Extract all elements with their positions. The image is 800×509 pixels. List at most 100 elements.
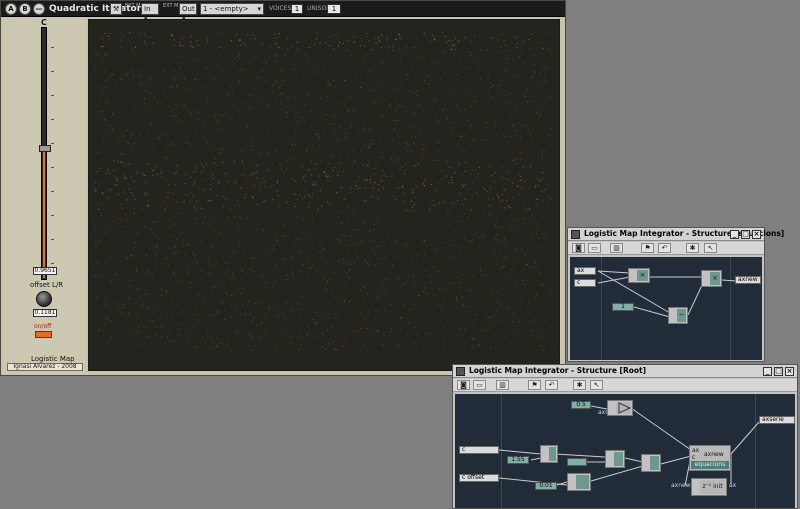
const-0-5[interactable]: 0.5 [571, 401, 591, 409]
port-axserie[interactable]: axserie [759, 416, 795, 424]
noise-dot [96, 296, 98, 298]
port-axnew-out[interactable]: axnew [735, 276, 761, 284]
c-slider-handle[interactable] [39, 145, 51, 153]
module-icon[interactable]: ▥ [496, 380, 509, 390]
offset-value[interactable]: 0.1181 [33, 309, 57, 317]
port-ax-in[interactable]: ax [574, 267, 596, 275]
noise-dot [177, 175, 179, 177]
wrench-icon[interactable]: ⚒ [110, 3, 122, 15]
add-node-3[interactable] [567, 473, 591, 491]
bug-icon[interactable]: ✱ [686, 243, 699, 253]
module-icon[interactable]: ▥ [610, 243, 623, 253]
subtract-node[interactable]: − [668, 307, 688, 324]
noise-dot [227, 93, 229, 95]
undo-icon[interactable]: ↶ [658, 243, 671, 253]
camera-icon[interactable]: ◙ [572, 243, 585, 253]
const-1[interactable]: 1 [612, 303, 634, 311]
noise-dot [463, 226, 465, 228]
noise-dot [181, 312, 183, 314]
noise-dot [316, 321, 318, 323]
noise-dot [291, 144, 293, 145]
midi-in-select[interactable]: In ▾ [141, 3, 159, 23]
const-0-01[interactable]: 0.01 [535, 482, 557, 490]
noise-dot [101, 46, 103, 48]
noise-dot [302, 271, 304, 273]
add-node-1[interactable] [540, 445, 558, 463]
const-1-55[interactable]: 1.55 [507, 456, 529, 464]
a-button[interactable]: A [5, 3, 17, 15]
noise-dot [341, 234, 343, 236]
noise-dot [145, 181, 146, 183]
noise-dot [369, 234, 371, 236]
noise-dot [508, 81, 510, 83]
const-block[interactable] [567, 458, 587, 466]
equacions-canvas[interactable]: ax c × 1 − × axnew [570, 257, 762, 360]
noise-dot [154, 60, 156, 62]
noise-dot [105, 103, 107, 105]
noise-dot [531, 238, 533, 240]
multiply-node-2[interactable]: × [701, 270, 722, 287]
noise-dot [388, 285, 390, 287]
add-node-2[interactable] [605, 450, 625, 468]
noise-dot [176, 280, 178, 282]
noise-dot [376, 310, 378, 312]
camera-icon[interactable]: ◙ [457, 380, 470, 390]
noise-dot [417, 135, 418, 137]
noise-dot [295, 112, 297, 114]
close-icon[interactable]: × [752, 230, 761, 239]
noise-dot [325, 260, 327, 262]
port-c-offset[interactable]: c offset [459, 474, 499, 482]
root-titlebar[interactable]: Logistic Map Integrator - Structure [Roo… [453, 365, 797, 378]
z1-delay-node[interactable]: z⁻¹ init [691, 478, 727, 496]
port-c[interactable]: c [459, 446, 499, 454]
b-button[interactable]: B [19, 3, 31, 15]
minimize-button[interactable]: — [33, 3, 45, 15]
root-canvas[interactable]: 0.5 axnew c c offset 1.55 0.01 ax c axne… [455, 394, 795, 508]
minimize-icon[interactable]: _ [763, 367, 772, 376]
flag-icon[interactable]: ⚑ [641, 243, 654, 253]
preset-select[interactable]: 1 - <empty> ▾ [200, 3, 264, 15]
noise-dot [212, 123, 214, 125]
offset-knob[interactable] [36, 291, 52, 307]
noise-dot [304, 121, 306, 123]
pointer-icon[interactable]: ↖ [704, 243, 717, 253]
noise-dot [232, 90, 234, 92]
minimize-icon[interactable]: _ [730, 230, 739, 239]
folder-icon[interactable]: ▭ [588, 243, 601, 253]
port-c-in[interactable]: c [574, 279, 596, 287]
noise-dot [128, 163, 130, 165]
maximize-icon[interactable]: □ [774, 367, 783, 376]
c-value[interactable]: 0.9651 [33, 267, 57, 275]
noise-dot [489, 337, 491, 339]
equacions-titlebar[interactable]: Logistic Map Integrator - Structure [equ… [568, 228, 784, 241]
sample-hold-node[interactable] [607, 400, 633, 416]
close-icon[interactable]: × [785, 367, 794, 376]
undo-icon[interactable]: ↶ [545, 380, 558, 390]
bug-icon[interactable]: ✱ [573, 380, 586, 390]
multiply-node[interactable] [641, 454, 661, 472]
noise-dot [130, 254, 132, 256]
folder-icon[interactable]: ▭ [473, 380, 486, 390]
c-slider[interactable] [41, 27, 47, 280]
noise-dot [104, 80, 106, 82]
noise-dot [484, 67, 486, 69]
onoff-button[interactable] [35, 331, 52, 338]
noise-dot [442, 144, 444, 146]
noise-dot [100, 63, 102, 65]
midi-out-select[interactable]: Out ▾ [179, 3, 197, 23]
noise-dot [317, 108, 319, 110]
noise-dot [263, 181, 265, 183]
noise-dot [496, 134, 498, 136]
pointer-icon[interactable]: ↖ [590, 380, 603, 390]
unison-field[interactable]: 1 [327, 4, 341, 14]
maximize-icon[interactable]: □ [741, 230, 750, 239]
noise-dot [329, 45, 331, 47]
voices-field[interactable]: 1 [291, 4, 303, 14]
noise-dot [393, 328, 394, 329]
multiply-node[interactable]: × [628, 268, 650, 283]
noise-dot [509, 281, 511, 283]
noise-dot [257, 203, 258, 205]
equacions-macro[interactable]: ax c axnew equacions [689, 445, 731, 471]
noise-dot [507, 193, 509, 195]
flag-icon[interactable]: ⚑ [528, 380, 541, 390]
